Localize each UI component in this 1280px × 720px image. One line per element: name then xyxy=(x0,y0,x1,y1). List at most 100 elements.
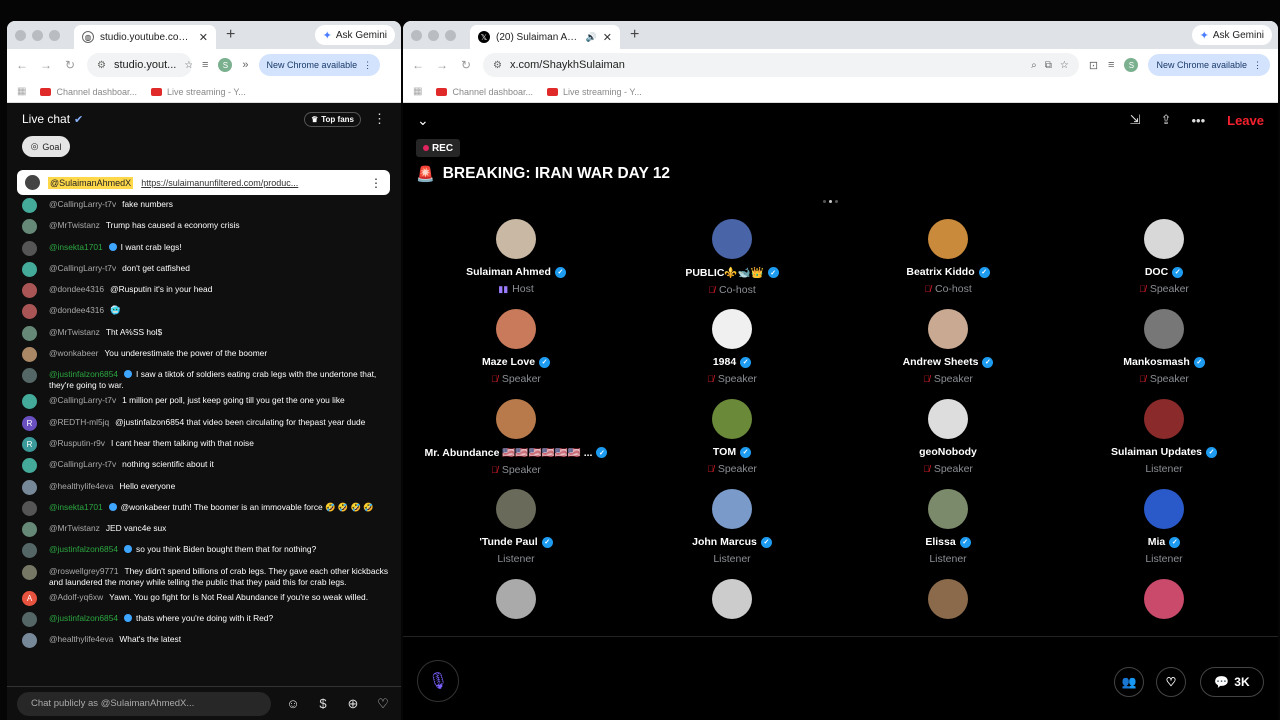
add-icon[interactable]: ⊕ xyxy=(345,696,361,712)
chat-message[interactable]: R @REDTH-ml5jq @justinfalzon6854 that vide… xyxy=(7,413,401,434)
participant-avatar[interactable] xyxy=(496,579,536,619)
back-icon[interactable]: ← xyxy=(15,58,29,72)
chat-message[interactable]: @wonkabeer You underestimate the power of… xyxy=(7,344,401,365)
message-author[interactable]: @insekta1701 xyxy=(49,502,103,512)
address-bar[interactable]: ⚙ studio.yout... ☆ xyxy=(87,53,192,77)
message-author[interactable]: @CallingLarry-t7v xyxy=(49,459,116,469)
reactions-button[interactable]: ♡ xyxy=(1156,667,1186,697)
minimize-icon[interactable]: ⇲ xyxy=(1130,112,1141,128)
goal-button[interactable]: ◎ Goal xyxy=(22,136,70,157)
participant-avatar[interactable] xyxy=(712,399,752,439)
media-control-icon[interactable]: ≡ xyxy=(1108,59,1114,71)
message-author[interactable]: @Rusputin-r9v xyxy=(49,438,105,448)
participant[interactable]: geoNobody 🎙̸ Speaker xyxy=(843,399,1053,475)
forward-icon[interactable]: → xyxy=(435,58,449,72)
participant-avatar[interactable] xyxy=(1144,219,1184,259)
chat-message[interactable]: @dondee4316 🥶 xyxy=(7,301,401,322)
profile-avatar[interactable]: S xyxy=(1124,58,1139,72)
message-author[interactable]: @healthylife4eva xyxy=(49,481,113,491)
profile-avatar[interactable]: S xyxy=(218,58,233,72)
apps-grid-icon[interactable]: ▦ xyxy=(413,86,422,97)
ask-gemini-button[interactable]: ✦ Ask Gemini xyxy=(314,25,395,45)
message-author[interactable]: @CallingLarry-t7v xyxy=(49,199,116,209)
participant-avatar[interactable] xyxy=(712,489,752,529)
participant-avatar[interactable] xyxy=(1144,489,1184,529)
chat-message[interactable]: @roswellgrey9771 They didn't spend billio… xyxy=(7,562,401,588)
message-author[interactable]: @MrTwistanz xyxy=(49,220,100,230)
message-author[interactable]: @justinfalzon6854 xyxy=(49,613,118,623)
bookmark-live-streaming[interactable]: Live streaming - Y... xyxy=(547,87,642,97)
participant-avatar[interactable] xyxy=(712,579,752,619)
participant[interactable]: Maze Love ✓ 🎙̸ Speaker xyxy=(411,309,621,385)
bookmark-channel-dashboard[interactable]: Channel dashboar... xyxy=(40,87,137,97)
participant-avatar[interactable] xyxy=(496,399,536,439)
message-author[interactable]: @MrTwistanz xyxy=(49,523,100,533)
participant-avatar[interactable] xyxy=(1144,309,1184,349)
chat-message[interactable]: @CallingLarry-t7v fake numbers xyxy=(7,195,401,216)
participant-avatar[interactable] xyxy=(496,219,536,259)
participant[interactable]: Andrew Sheets ✓ 🎙̸ Speaker xyxy=(843,309,1053,385)
message-author[interactable]: @roswellgrey9771 xyxy=(49,566,119,576)
chat-message[interactable]: @insekta1701 @wonkabeer truth! The boomer… xyxy=(7,498,401,519)
participant[interactable]: Mankosmash ✓ 🎙̸ Speaker xyxy=(1059,309,1269,385)
chat-message[interactable]: @MrTwistanz JED vanc4e sux xyxy=(7,519,401,540)
super-chat-icon[interactable]: $ xyxy=(315,696,331,712)
participant[interactable]: 1984 ✓ 🎙̸ Speaker xyxy=(627,309,837,385)
message-author[interactable]: @CallingLarry-t7v xyxy=(49,263,116,273)
chat-message[interactable]: @MrTwistanz Tht A%SS hol$ xyxy=(7,323,401,344)
chat-message[interactable]: @healthylife4eva What's the latest xyxy=(7,630,401,651)
participant-avatar[interactable] xyxy=(496,489,536,529)
more-icon[interactable]: ••• xyxy=(1191,113,1205,128)
tab-live-chat[interactable]: ◍ studio.youtube.com/live_chat ✕ xyxy=(74,25,216,49)
leave-button[interactable]: Leave xyxy=(1227,113,1264,128)
participant[interactable] xyxy=(1059,579,1269,619)
chat-message[interactable]: R @Rusputin-r9v I cant hear them talking w… xyxy=(7,434,401,455)
bookmark-channel-dashboard[interactable]: Channel dashboar... xyxy=(436,87,533,97)
participant[interactable]: DOC ✓ 🎙̸ Speaker xyxy=(1059,219,1269,295)
bookmark-star-icon[interactable]: ☆ xyxy=(1060,60,1069,71)
participant-avatar[interactable] xyxy=(1144,579,1184,619)
close-tab-icon[interactable]: ✕ xyxy=(603,31,612,44)
chat-message[interactable]: @justinfalzon6854 thats where you're doin… xyxy=(7,609,401,630)
update-chrome-button[interactable]: New Chrome available ⋮ xyxy=(1148,54,1270,76)
install-icon[interactable]: ⧉ xyxy=(1045,60,1052,71)
apps-grid-icon[interactable]: ▦ xyxy=(17,86,26,97)
participant[interactable] xyxy=(627,579,837,619)
speaker-icon[interactable]: 🔊 xyxy=(586,32,597,43)
chat-message[interactable]: @CallingLarry-t7v don't get catfished xyxy=(7,259,401,280)
participant[interactable]: TOM ✓ 🎙̸ Speaker xyxy=(627,399,837,475)
message-author[interactable]: @dondee4316 xyxy=(49,284,104,294)
participant[interactable] xyxy=(843,579,1053,619)
collapse-chevron-icon[interactable]: ⌄ xyxy=(417,112,1110,129)
chat-message[interactable]: A @Adolf-yq6xw Yawn. You go fight for Is N… xyxy=(7,588,401,609)
new-tab-button[interactable]: + xyxy=(630,26,639,44)
participant-avatar[interactable] xyxy=(1144,399,1184,439)
participant-avatar[interactable] xyxy=(928,579,968,619)
back-icon[interactable]: ← xyxy=(411,58,425,72)
mic-button[interactable]: 🎙 xyxy=(417,660,459,702)
top-fans-button[interactable]: ♛ Top fans xyxy=(304,111,361,127)
chat-message[interactable]: @justinfalzon6854 so you think Biden boug… xyxy=(7,540,401,561)
new-tab-button[interactable]: + xyxy=(226,26,235,44)
share-icon[interactable]: ⇪ xyxy=(1161,112,1172,128)
address-bar[interactable]: ⚙ x.com/ShaykhSulaiman ⌕ ⧉ ☆ xyxy=(483,53,1079,77)
participant-avatar[interactable] xyxy=(928,399,968,439)
close-tab-icon[interactable]: ✕ xyxy=(199,31,208,44)
chat-message[interactable]: @CallingLarry-t7v nothing scientific abou… xyxy=(7,455,401,476)
participant[interactable] xyxy=(411,579,621,619)
forward-icon[interactable]: → xyxy=(39,58,53,72)
media-control-icon[interactable]: ≡ xyxy=(202,59,208,71)
bookmark-live-streaming[interactable]: Live streaming - Y... xyxy=(151,87,246,97)
participant[interactable]: PUBLIC⚜️🐋👑 ✓ 🎙̸ Co-host xyxy=(627,219,837,296)
participant[interactable]: Beatrix Kiddo ✓ 🎙̸ Co-host xyxy=(843,219,1053,295)
message-author[interactable]: @REDTH-ml5jq xyxy=(49,417,109,427)
message-author[interactable]: @wonkabeer xyxy=(49,348,98,358)
message-author[interactable]: @healthylife4eva xyxy=(49,634,113,644)
participant-avatar[interactable] xyxy=(928,489,968,529)
participant-avatar[interactable] xyxy=(928,219,968,259)
chat-menu-icon[interactable]: ⋮ xyxy=(373,111,386,127)
participant[interactable]: Mia ✓ Listener xyxy=(1059,489,1269,565)
chat-message[interactable]: @healthylife4eva Hello everyone xyxy=(7,477,401,498)
participant-avatar[interactable] xyxy=(496,309,536,349)
window-controls[interactable] xyxy=(15,29,60,41)
